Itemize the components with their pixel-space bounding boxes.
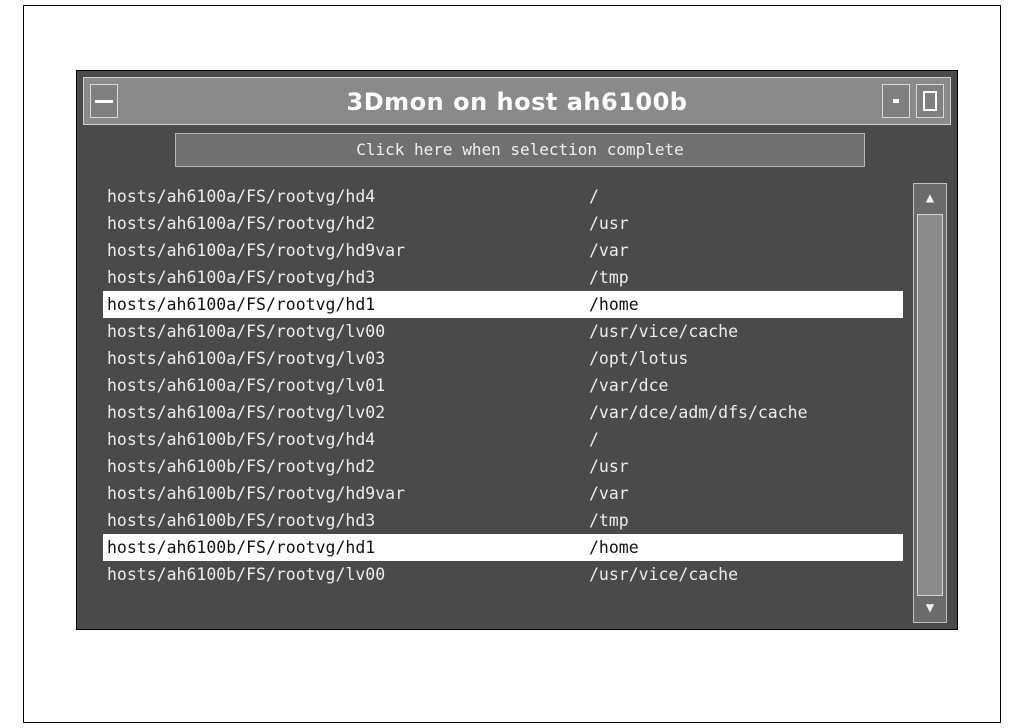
scroll-thumb[interactable] xyxy=(917,214,943,596)
filesystem-path: hosts/ah6100a/FS/rootvg/hd1 xyxy=(107,295,376,314)
filesystem-path: hosts/ah6100b/FS/rootvg/hd2 xyxy=(107,457,376,476)
mount-point: /usr/vice/cache xyxy=(589,322,739,341)
mount-point: /usr xyxy=(589,214,629,233)
filesystem-path: hosts/ah6100a/FS/rootvg/lv01 xyxy=(107,376,386,395)
list-row[interactable]: hosts/ah6100b/FS/rootvg/hd3/tmp xyxy=(103,507,903,534)
selection-complete-button[interactable]: Click here when selection complete xyxy=(175,133,865,167)
list-row[interactable]: hosts/ah6100b/FS/rootvg/hd9var/var xyxy=(103,480,903,507)
filesystem-path: hosts/ah6100a/FS/rootvg/hd9var xyxy=(107,241,406,260)
filesystem-path: hosts/ah6100a/FS/rootvg/hd2 xyxy=(107,214,376,233)
list-row[interactable]: hosts/ah6100a/FS/rootvg/lv01/var/dce xyxy=(103,372,903,399)
mount-point: /tmp xyxy=(589,268,629,287)
filesystem-path: hosts/ah6100a/FS/rootvg/lv00 xyxy=(107,322,386,341)
list-row[interactable]: hosts/ah6100a/FS/rootvg/hd1/home xyxy=(103,291,903,318)
mount-point: /home xyxy=(589,295,639,314)
list-row[interactable]: hosts/ah6100a/FS/rootvg/hd9var/var xyxy=(103,237,903,264)
list-row[interactable]: hosts/ah6100b/FS/rootvg/hd2/usr xyxy=(103,453,903,480)
list-row[interactable]: hosts/ah6100b/FS/rootvg/hd1/home xyxy=(103,534,903,561)
filesystem-path: hosts/ah6100b/FS/rootvg/hd1 xyxy=(107,538,376,557)
scroll-up-icon[interactable]: ▲ xyxy=(917,186,943,210)
mount-point: /usr/vice/cache xyxy=(589,565,739,584)
filesystem-path: hosts/ah6100a/FS/rootvg/hd3 xyxy=(107,268,376,287)
filesystem-path: hosts/ah6100b/FS/rootvg/hd3 xyxy=(107,511,376,530)
filesystem-list[interactable]: hosts/ah6100a/FS/rootvg/hd4/hosts/ah6100… xyxy=(103,183,903,625)
list-row[interactable]: hosts/ah6100a/FS/rootvg/hd4 / xyxy=(103,183,903,210)
mount-point: /usr xyxy=(589,457,629,476)
mount-point: /var xyxy=(589,241,629,260)
maximize-icon[interactable] xyxy=(916,84,944,118)
list-row[interactable]: hosts/ah6100a/FS/rootvg/lv00/usr/vice/ca… xyxy=(103,318,903,345)
window-title: 3Dmon on host ah6100b xyxy=(346,88,688,116)
mount-point: /var xyxy=(589,484,629,503)
mount-point: / xyxy=(589,187,599,206)
filesystem-path: hosts/ah6100b/FS/rootvg/lv00 xyxy=(107,565,386,584)
filesystem-path: hosts/ah6100a/FS/rootvg/lv02 xyxy=(107,403,386,422)
monitor-window: 3Dmon on host ah6100b Click here when se… xyxy=(76,70,958,630)
minimize-icon[interactable] xyxy=(882,84,910,118)
filesystem-path: hosts/ah6100b/FS/rootvg/hd4 xyxy=(107,430,376,449)
list-row[interactable]: hosts/ah6100b/FS/rootvg/lv00/usr/vice/ca… xyxy=(103,561,903,588)
list-row[interactable]: hosts/ah6100a/FS/rootvg/lv03/opt/lotus xyxy=(103,345,903,372)
list-row[interactable]: hosts/ah6100b/FS/rootvg/hd4 / xyxy=(103,426,903,453)
mount-point: /home xyxy=(589,538,639,557)
title-bar[interactable]: 3Dmon on host ah6100b xyxy=(83,77,951,125)
filesystem-path: hosts/ah6100a/FS/rootvg/lv03 xyxy=(107,349,386,368)
filesystem-path: hosts/ah6100b/FS/rootvg/hd9var xyxy=(107,484,406,503)
list-row[interactable]: hosts/ah6100a/FS/rootvg/lv02/var/dce/adm… xyxy=(103,399,903,426)
mount-point: /var/dce/adm/dfs/cache xyxy=(589,403,808,422)
mount-point: /tmp xyxy=(589,511,629,530)
mount-point: / xyxy=(589,430,599,449)
mount-point: /var/dce xyxy=(589,376,669,395)
scroll-down-icon[interactable]: ▼ xyxy=(917,596,943,620)
list-row[interactable]: hosts/ah6100a/FS/rootvg/hd3/tmp xyxy=(103,264,903,291)
mount-point: /opt/lotus xyxy=(589,349,689,368)
vertical-scrollbar[interactable]: ▲ ▼ xyxy=(913,183,947,623)
list-row[interactable]: hosts/ah6100a/FS/rootvg/hd2/usr xyxy=(103,210,903,237)
filesystem-path: hosts/ah6100a/FS/rootvg/hd4 xyxy=(107,187,376,206)
